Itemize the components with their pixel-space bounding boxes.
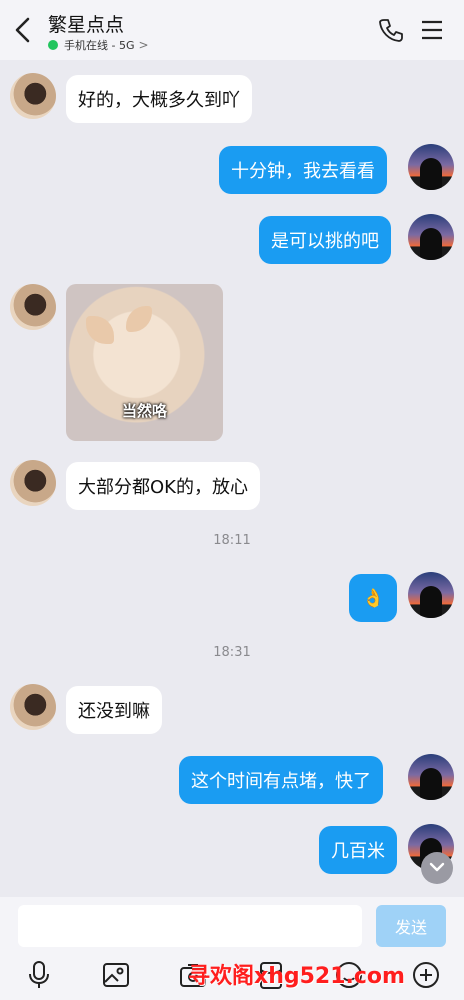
contact-avatar[interactable] <box>10 284 56 330</box>
microphone-icon[interactable] <box>24 960 54 990</box>
contact-avatar[interactable] <box>10 460 56 506</box>
menu-icon[interactable] <box>421 20 443 40</box>
message-bubble-outgoing[interactable]: 👌 <box>349 574 398 622</box>
phone-call-icon[interactable] <box>378 17 404 43</box>
scroll-to-bottom-button[interactable] <box>421 852 453 884</box>
sticker-caption: 当然咯 <box>121 402 167 420</box>
cat-sticker-image[interactable]: 当然咯 <box>66 284 223 441</box>
online-status-text: 手机在线 - 5G <box>64 39 135 52</box>
watermark-text: 寻欢阁xhg521.com <box>188 964 405 989</box>
cat-ear-shape <box>86 316 114 344</box>
back-arrow-icon[interactable] <box>12 16 34 44</box>
message-bubble-outgoing[interactable]: 是可以挑的吧 <box>259 216 391 264</box>
my-avatar[interactable] <box>408 572 454 618</box>
message-bubble-outgoing[interactable]: 几百米 <box>319 826 397 874</box>
timestamp: 18:11 <box>213 533 251 548</box>
message-bubble-incoming[interactable]: 还没到嘛 <box>66 686 162 734</box>
my-avatar[interactable] <box>408 144 454 190</box>
contact-avatar[interactable] <box>10 73 56 119</box>
message-input[interactable] <box>18 905 362 947</box>
online-dot-icon <box>48 40 58 50</box>
my-avatar[interactable] <box>408 214 454 260</box>
cat-ear-shape <box>126 306 152 332</box>
message-bubble-incoming[interactable]: 大部分都OK的，放心 <box>66 462 260 510</box>
message-bubble-outgoing[interactable]: 十分钟，我去看看 <box>219 146 387 194</box>
contact-avatar[interactable] <box>10 684 56 730</box>
image-icon[interactable] <box>101 960 131 990</box>
message-bubble-outgoing[interactable]: 这个时间有点堵，快了 <box>179 756 383 804</box>
timestamp: 18:31 <box>213 645 251 660</box>
chevron-down-icon <box>429 862 445 872</box>
chat-header: 繁星点点 手机在线 - 5G > <box>0 0 464 60</box>
send-button[interactable]: 发送 <box>376 905 446 947</box>
my-avatar[interactable] <box>408 754 454 800</box>
chevron-right-icon: > <box>138 38 149 52</box>
message-bubble-incoming[interactable]: 好的，大概多久到吖 <box>66 75 252 123</box>
online-status[interactable]: 手机在线 - 5G > <box>48 37 149 53</box>
plus-icon[interactable] <box>411 960 441 990</box>
contact-name: 繁星点点 <box>48 14 125 36</box>
